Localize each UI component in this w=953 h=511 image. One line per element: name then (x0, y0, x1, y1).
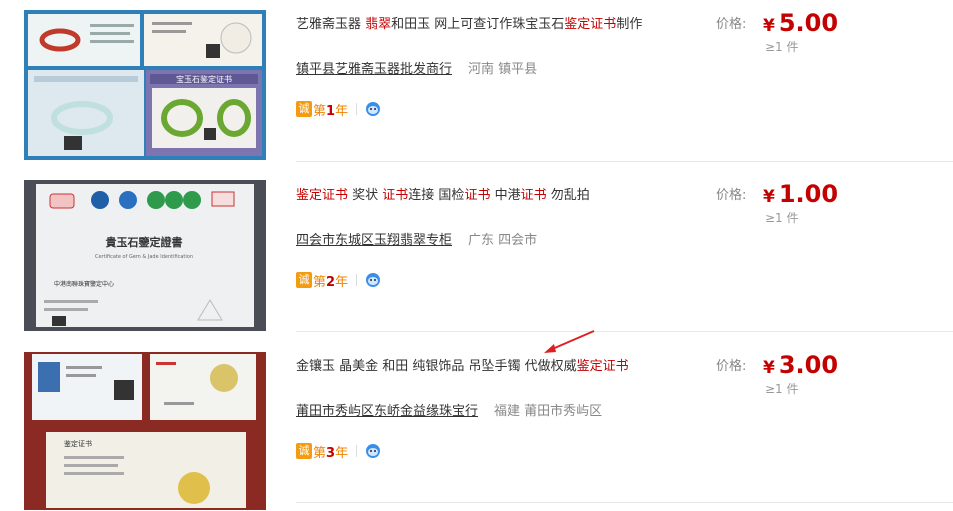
cheng-badge-icon[interactable]: 诚 (296, 443, 312, 459)
title-part: 和田玉 网上可查订作珠宝玉石 (391, 17, 565, 32)
cert2-title-text: 貴玉石鑒定證書 (106, 235, 183, 249)
row-separator (296, 502, 953, 503)
title-part: 连接 国检 (408, 188, 465, 203)
company-location: 福建 莆田市秀屿区 (494, 404, 603, 419)
result-row-1: 宝玉石鉴定证书 艺雅斋玉器 翡翠和田玉 网上可查订作珠宝玉石鉴定证书制作 镇平县… (0, 0, 953, 170)
price-value: ¥3.00 (763, 351, 839, 379)
result-row-3: 鉴定证书 金镶玉 晶美金 和田 纯银饰品 吊坠手镯 代做权威鉴定证书 莆田市秀屿… (0, 341, 953, 511)
product-title[interactable]: 艺雅斋玉器 翡翠和田玉 网上可查订作珠宝玉石鉴定证书制作 (296, 13, 642, 32)
price-label: 价格: (716, 188, 747, 203)
title-keyword: 翡翠 (365, 17, 392, 32)
title-part: 奖状 (348, 188, 383, 203)
price-value: ¥5.00 (763, 9, 839, 37)
price-value: ¥1.00 (763, 180, 839, 208)
cheng-badge-icon[interactable]: 诚 (296, 101, 312, 117)
title-part: 金镶玉 晶美金 和田 纯银饰品 吊坠手镯 代做权威 (296, 359, 577, 374)
price-label: 价格: (716, 17, 747, 32)
year-badge: 第2年 (313, 274, 349, 290)
annotation-arrow-icon (544, 330, 595, 353)
company-link[interactable]: 四会市东城区玉翔翡翠专柜 (296, 233, 452, 248)
company-link[interactable]: 镇平县艺雅斋玉器批发商行 (296, 62, 452, 77)
title-part: 勿乱拍 (546, 188, 590, 203)
title-keyword: 证书 (520, 188, 547, 203)
company-link[interactable]: 莆田市秀屿区东峤金益缘珠宝行 (296, 404, 478, 419)
product-image[interactable]: 宝玉石鉴定证书 (24, 10, 266, 160)
divider (356, 274, 358, 286)
title-keyword: 鉴定证书 (296, 188, 349, 203)
row-separator (296, 331, 953, 332)
wangwang-chat-icon[interactable] (365, 443, 381, 459)
cheng-badge-icon[interactable]: 诚 (296, 272, 312, 288)
title-part: 艺雅斋玉器 (296, 17, 366, 32)
title-part: 中港 (490, 188, 521, 203)
title-part: 制作 (616, 17, 643, 32)
title-keyword: 鉴定证书 (564, 17, 617, 32)
product-title[interactable]: 鉴定证书 奖状 证书连接 国检证书 中港证书 勿乱拍 (296, 184, 590, 203)
cert2-issuer-text: 中港南聯珠寶鑒定中心 (54, 280, 114, 288)
row-separator (296, 161, 953, 162)
year-badge: 第1年 (313, 103, 349, 119)
title-keyword: 证书 (382, 188, 409, 203)
min-order-qty: ≥1 件 (765, 211, 799, 225)
wangwang-chat-icon[interactable] (365, 272, 381, 288)
company-location: 广东 四会市 (468, 233, 538, 248)
title-keyword: 鉴定证书 (576, 359, 629, 374)
min-order-qty: ≥1 件 (765, 382, 799, 396)
result-row-2: 貴玉石鑒定證書 Certificate of Gem & Jade Identi… (0, 170, 953, 340)
title-keyword: 证书 (464, 188, 491, 203)
cert1-header-text: 宝玉石鉴定证书 (176, 74, 232, 84)
product-image[interactable]: 鉴定证书 (24, 352, 266, 510)
divider (356, 103, 358, 115)
cert3-header-text: 鉴定证书 (64, 439, 92, 448)
wangwang-chat-icon[interactable] (365, 101, 381, 117)
cert2-subtitle-text: Certificate of Gem & Jade Identification (95, 254, 193, 260)
year-badge: 第3年 (313, 445, 349, 461)
price-label: 价格: (716, 359, 747, 374)
min-order-qty: ≥1 件 (765, 40, 799, 54)
company-location: 河南 镇平县 (468, 62, 538, 77)
product-image[interactable]: 貴玉石鑒定證書 Certificate of Gem & Jade Identi… (24, 180, 266, 331)
divider (356, 445, 358, 457)
product-title[interactable]: 金镶玉 晶美金 和田 纯银饰品 吊坠手镯 代做权威鉴定证书 (296, 355, 629, 374)
